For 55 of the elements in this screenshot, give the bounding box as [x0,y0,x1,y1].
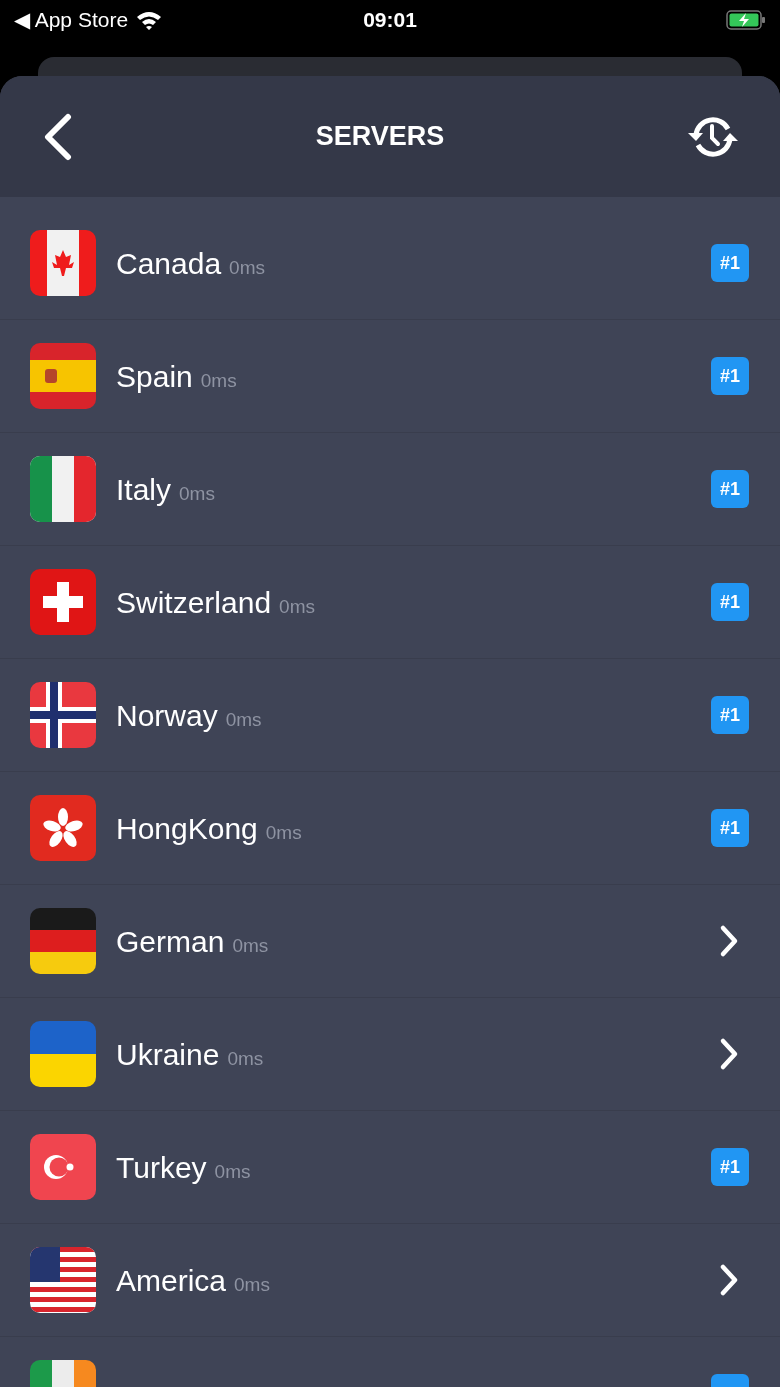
country-name: Spain [116,358,193,395]
rank-badge: #1 [711,809,749,847]
country-name: Turkey [116,1149,207,1186]
country-name: Switzerland [116,584,272,621]
country-name: HongKong [116,810,258,847]
chevron-right-icon [719,924,739,958]
server-row[interactable]: America 0ms [0,1224,780,1337]
latency-label: 0ms [225,707,262,732]
latency-label: 0ms [234,1272,270,1297]
rank-badge: #1 [711,1148,749,1186]
flag-icon [30,1021,96,1087]
screen-title: SERVERS [315,120,445,154]
country-name: German [116,923,225,960]
flag-icon [30,569,96,635]
latency-label: 0ms [232,933,269,958]
latency-label: 0ms [227,1046,264,1071]
battery-charging-icon [726,10,766,30]
flag-icon [30,343,96,409]
rank-badge: #1 [711,357,749,395]
server-row[interactable]: Italy 0ms #1 [0,433,780,546]
server-row[interactable]: German 0ms [0,885,780,998]
flag-icon [30,682,96,748]
back-to-app-link[interactable]: ◀ App Store [14,4,129,36]
flag-icon [30,1247,96,1313]
server-row[interactable]: Turkey 0ms #1 [0,1111,780,1224]
latency-label: 0ms [229,255,265,280]
flag-icon [30,230,96,296]
latency-label: 0ms [214,1159,251,1184]
latency-label: 0ms [265,820,302,845]
server-row[interactable]: Switzerland 0ms #1 [0,546,780,659]
wifi-icon [136,10,163,30]
rank-badge: #1 [711,583,749,621]
latency-label: 0ms [179,481,215,506]
country-name: Ukraine [116,1036,220,1073]
server-row[interactable]: Ukraine 0ms [0,998,780,1111]
rank-badge: #1 [711,244,749,282]
country-name: Canada [116,245,222,282]
chevron-right-icon [719,1263,739,1297]
clock-time: 09:01 [363,7,417,34]
rank-badge: #1 [711,470,749,508]
flag-icon [30,795,96,861]
server-row[interactable]: Canada 0ms #1 [0,207,780,320]
flag-icon [30,456,96,522]
server-row[interactable]: Spain 0ms #1 [0,320,780,433]
country-name: Italy [116,471,172,508]
rank-badge: #1 [711,696,749,734]
flag-icon [30,1134,96,1200]
flag-icon [30,908,96,974]
latency-label: 0ms [279,594,315,619]
chevron-right-icon [719,1037,739,1071]
server-row[interactable]: Norway 0ms #1 [0,659,780,772]
latency-label: 0ms [200,368,237,393]
server-row[interactable]: HongKong 0ms #1 [0,772,780,885]
country-name: Norway [116,697,218,734]
country-name: America [116,1262,227,1299]
